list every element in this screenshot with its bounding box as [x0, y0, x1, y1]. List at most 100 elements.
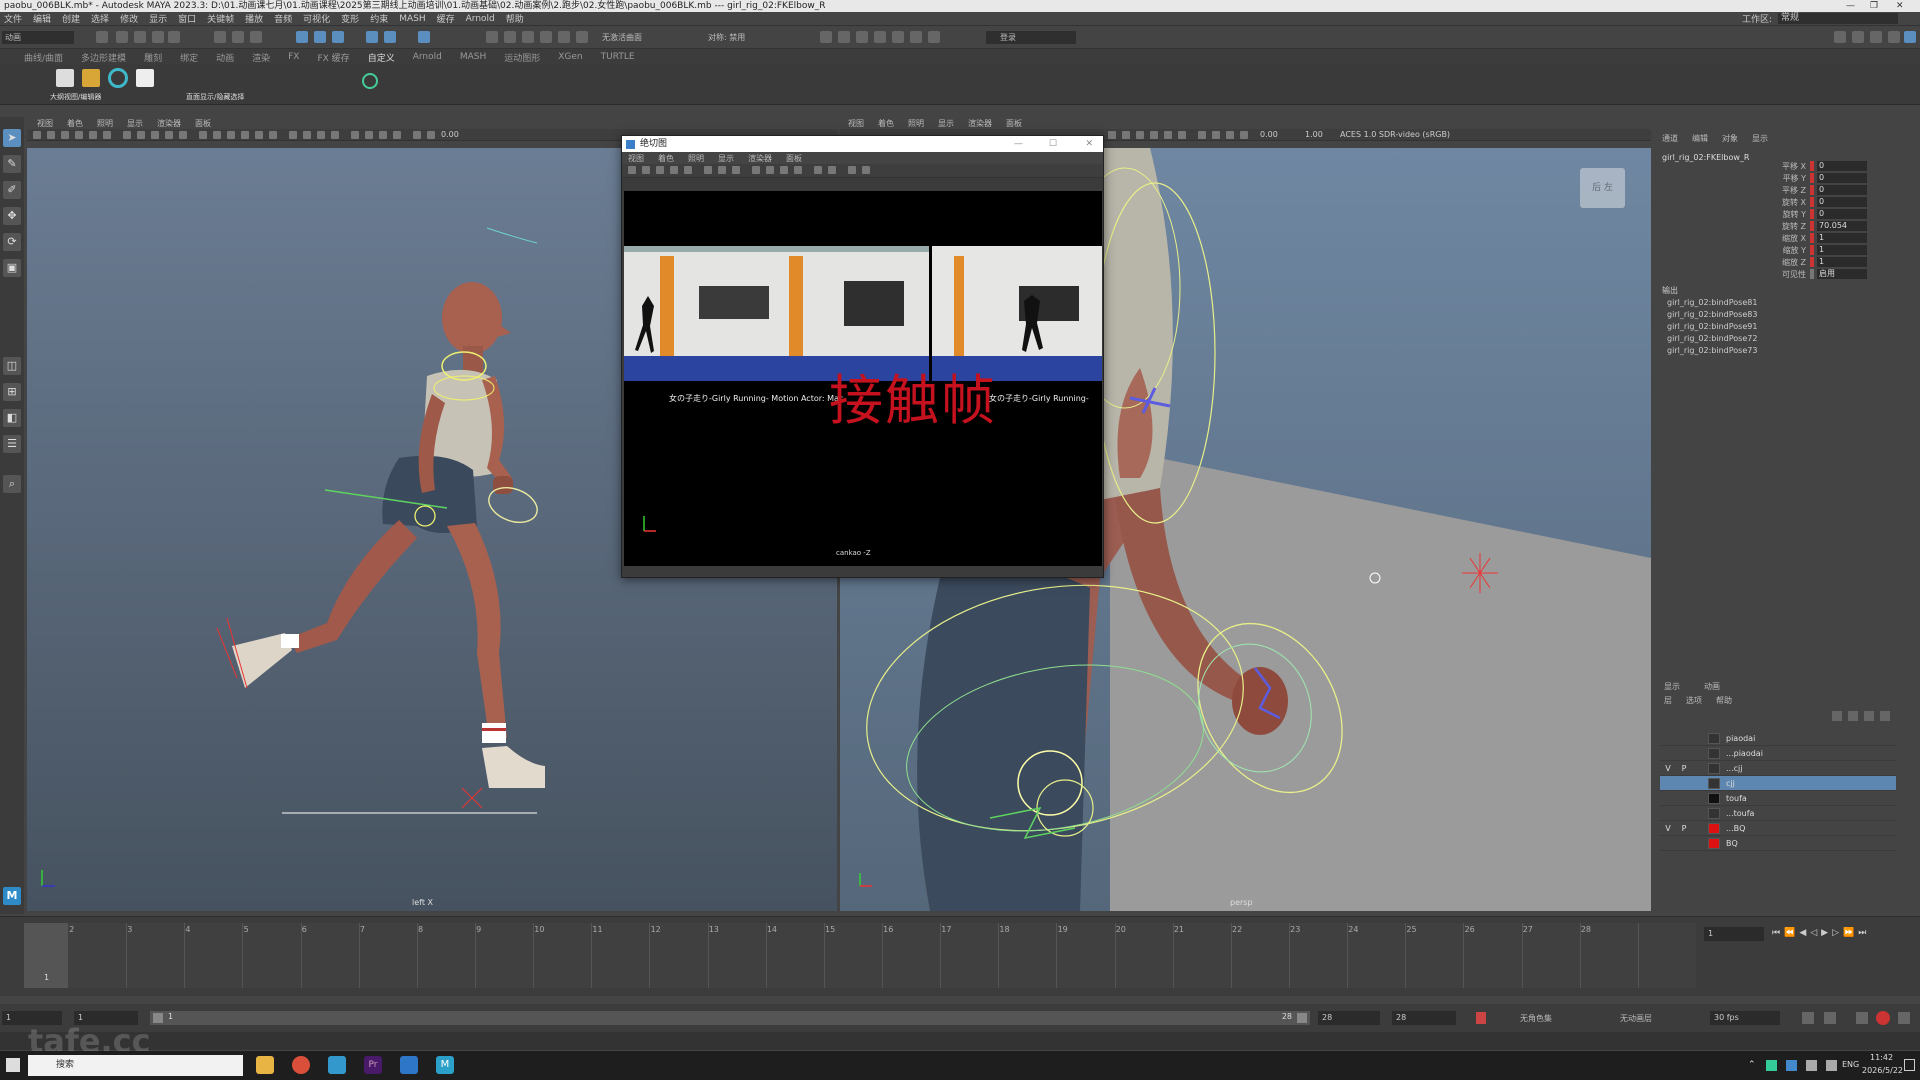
layer-name[interactable]: ...BQ [1726, 824, 1745, 833]
redo-icon[interactable] [168, 31, 180, 43]
select-tool-icon[interactable]: ➤ [3, 129, 21, 147]
float-ao-icon[interactable] [814, 166, 822, 174]
curve-shelf-icon[interactable] [362, 73, 378, 89]
arnold-render-icon[interactable] [910, 31, 922, 43]
clock-date[interactable]: 2026/5/22 [1862, 1066, 1903, 1075]
close-icon[interactable]: ✕ [1896, 0, 1904, 12]
layer-name[interactable]: ...toufa [1726, 809, 1754, 818]
float-aa-icon[interactable] [828, 166, 836, 174]
panel-menu-show[interactable]: 显示 [127, 118, 143, 129]
notification-icon[interactable] [1904, 1059, 1915, 1071]
float-menu-shading[interactable]: 着色 [658, 153, 674, 164]
minimize-icon[interactable]: — [1846, 0, 1855, 12]
select-component-icon[interactable] [250, 31, 262, 43]
camera-attr-icon[interactable] [47, 131, 55, 139]
float-menu-renderer[interactable]: 渲染器 [748, 153, 772, 164]
layer-playback-toggle[interactable]: P [1676, 824, 1692, 833]
layer-row[interactable]: cjj [1660, 776, 1896, 791]
output-ops-icon[interactable] [522, 31, 534, 43]
camera-icon[interactable] [33, 131, 41, 139]
anim-prefs-icon[interactable] [1898, 1012, 1910, 1024]
right-panel-menu-renderer[interactable]: 渲染器 [968, 118, 992, 129]
time-slider[interactable]: 1 2 3 4 5 6 7 8 9 10 11 12 13 14 15 16 17 18 19 20 21 22 23 24… [0, 916, 1920, 996]
layer-name[interactable]: piaodai [1726, 734, 1755, 743]
layer-color-swatch[interactable] [1708, 792, 1720, 804]
float-bookmark-icon[interactable] [642, 166, 650, 174]
float-xray-icon[interactable] [862, 166, 870, 174]
resolution-gate-icon[interactable] [151, 131, 159, 139]
record-icon[interactable] [1876, 1011, 1890, 1025]
layer-row[interactable]: ...piaodai [1660, 746, 1896, 761]
new-layer-selected-icon[interactable] [1880, 711, 1890, 721]
move-tool-icon[interactable]: ✥ [3, 207, 21, 225]
workspace-dropdown[interactable]: 常规 [1778, 13, 1898, 24]
playback-end-field[interactable]: 28 [1318, 1011, 1380, 1025]
right-backface-icon[interactable] [1240, 131, 1248, 139]
layer-row[interactable]: ...toufa [1660, 806, 1896, 821]
new-empty-layer-icon[interactable] [1864, 711, 1874, 721]
snap-point-icon[interactable] [332, 31, 344, 43]
shelf-tab-mash[interactable]: MASH [460, 52, 486, 62]
menu-create[interactable]: 创建 [62, 12, 80, 25]
depth-of-field-icon[interactable] [331, 131, 339, 139]
go-to-end-icon[interactable]: ⏭ [1858, 928, 1866, 938]
move-layer-down-icon[interactable] [1848, 711, 1858, 721]
panel-menu-panels[interactable]: 面板 [195, 118, 211, 129]
layer-color-swatch[interactable] [1708, 822, 1720, 834]
anti-alias-icon[interactable] [317, 131, 325, 139]
step-forward-frame-icon[interactable]: ▷ [1832, 928, 1839, 938]
clock-time[interactable]: 11:42 [1870, 1053, 1893, 1062]
single-view-icon[interactable]: ◫ [3, 357, 21, 375]
right-panel-menu-show[interactable]: 显示 [938, 118, 954, 129]
channel-value[interactable]: 0 [1817, 197, 1867, 207]
float-image-plane-icon[interactable] [656, 166, 664, 174]
shelf-tab-curves[interactable]: 曲线/曲面 [24, 51, 63, 64]
panel-menu-lighting[interactable]: 照明 [97, 118, 113, 129]
go-to-start-icon[interactable]: ⏮ [1772, 928, 1780, 938]
shelf-tab-rendering[interactable]: 渲染 [252, 51, 270, 64]
shelf-tab-fx-cache[interactable]: FX 缓存 [317, 51, 349, 64]
ime-indicator[interactable]: ENG [1842, 1060, 1859, 1069]
layer-visibility-toggle[interactable]: V [1660, 824, 1676, 833]
undo-icon[interactable] [152, 31, 164, 43]
command-line[interactable] [0, 1032, 1920, 1050]
menu-help[interactable]: 帮助 [506, 12, 524, 25]
outliner-shelf-icon[interactable] [56, 69, 74, 87]
channel-value[interactable]: 0 [1817, 173, 1867, 183]
open-scene-icon[interactable] [116, 31, 128, 43]
shelf-tab-custom[interactable]: 自定义 [368, 51, 395, 64]
channel-row[interactable]: 缩放 Z 1 [1660, 256, 1900, 268]
layer-name[interactable]: toufa [1726, 794, 1747, 803]
ambient-occlusion-icon[interactable] [289, 131, 297, 139]
tray-chevron-icon[interactable]: ⌃ [1748, 1060, 1756, 1070]
app-icon-1[interactable] [328, 1056, 346, 1074]
menu-visualize[interactable]: 可视化 [303, 12, 330, 25]
channel-value[interactable]: 1 [1817, 233, 1867, 243]
login-button[interactable]: 登录 [986, 31, 1076, 44]
output-node[interactable]: girl_rig_02:bindPose91 [1662, 321, 1862, 333]
two-view-icon[interactable]: ◧ [3, 409, 21, 427]
channel-tab-object[interactable]: 对象 [1722, 133, 1738, 144]
input-ops-icon[interactable] [504, 31, 516, 43]
play-backward-icon[interactable]: ◁ [1810, 928, 1817, 938]
right-wireframe-icon[interactable] [1108, 131, 1116, 139]
auto-key-icon[interactable] [1476, 1012, 1486, 1024]
layer-color-swatch[interactable] [1708, 777, 1720, 789]
channel-tab-channels[interactable]: 通道 [1662, 133, 1678, 144]
layer-tab-display[interactable]: 显示 [1664, 681, 1680, 692]
wireframe-icon[interactable] [199, 131, 207, 139]
right-ao-icon[interactable] [1178, 131, 1186, 139]
right-panel-menu-view[interactable]: 视图 [848, 118, 864, 129]
right-exposure-value[interactable]: 0.00 [1260, 130, 1278, 139]
output-node[interactable]: girl_rig_02:bindPose73 [1662, 345, 1862, 357]
panel-menu-renderer[interactable]: 渲染器 [157, 118, 181, 129]
float-pan-icon[interactable] [670, 166, 678, 174]
channel-row[interactable]: 平移 Y 0 [1660, 172, 1900, 184]
menu-arnold[interactable]: Arnold [466, 14, 495, 24]
channel-value[interactable]: 启用 [1817, 269, 1867, 279]
select-object-icon[interactable] [232, 31, 244, 43]
layer-menu-options[interactable]: 选项 [1686, 695, 1702, 706]
snap-grid-icon[interactable] [296, 31, 308, 43]
maximize-icon[interactable]: ❐ [1870, 0, 1878, 12]
shelf-tab-turtle[interactable]: TURTLE [601, 52, 635, 62]
